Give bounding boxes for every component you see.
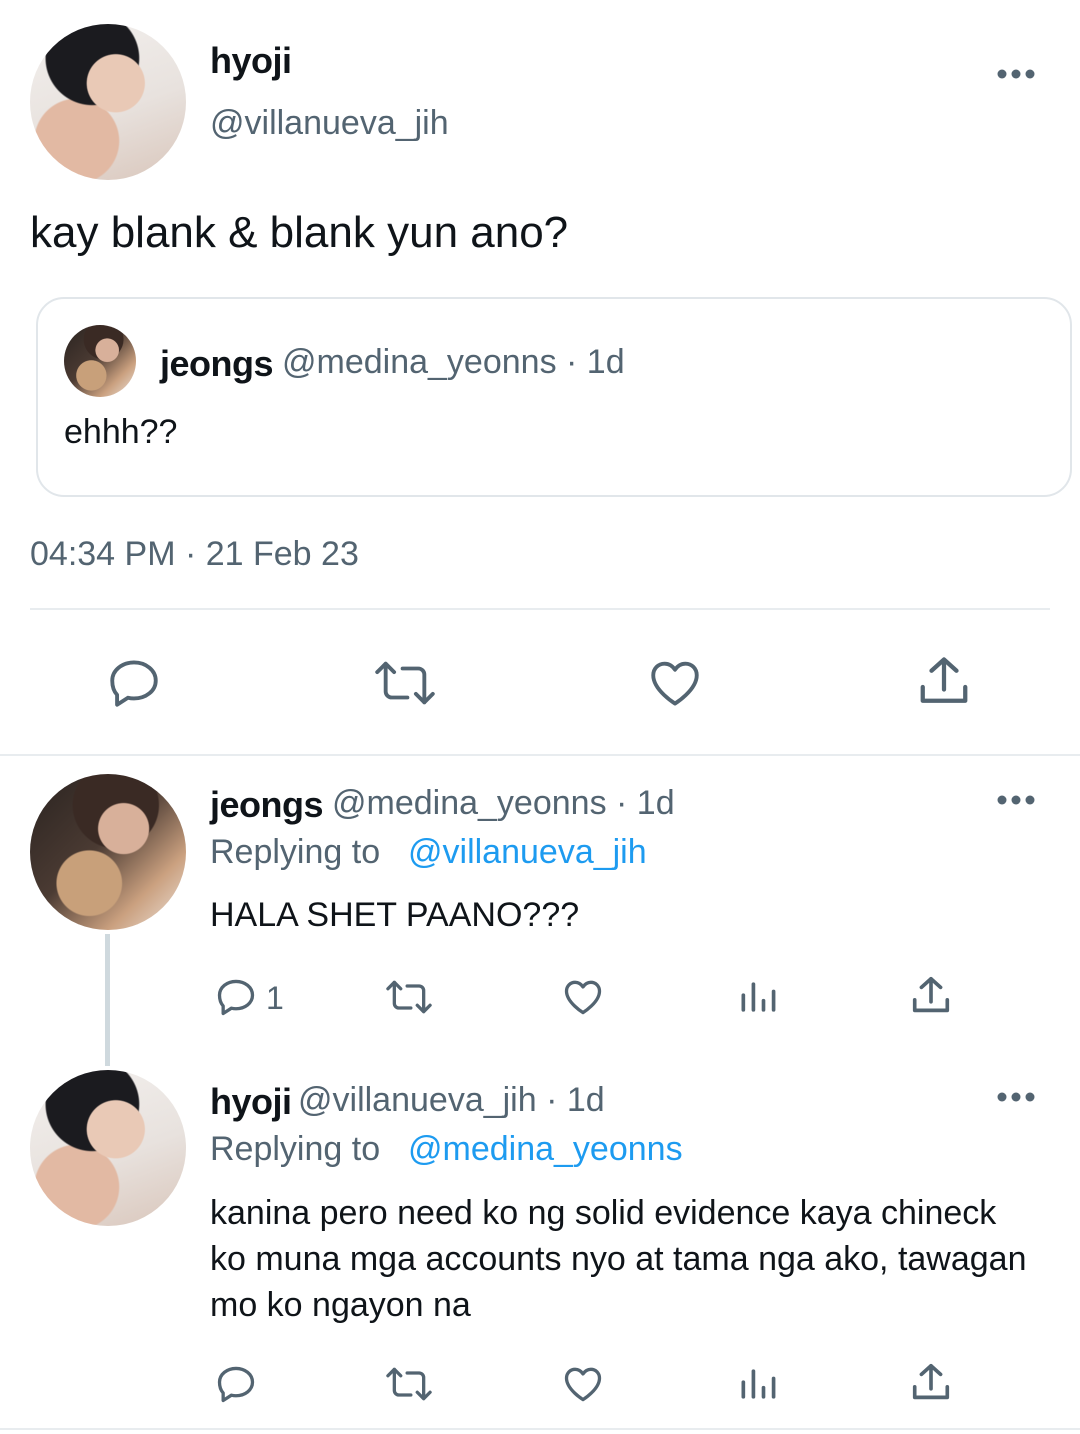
more-dots-icon[interactable] xyxy=(996,790,1036,810)
share-upload-icon[interactable] xyxy=(908,1360,954,1406)
tweet-timestamp: 04:34 PM · 21 Feb 23 xyxy=(30,535,359,573)
more-dots-icon[interactable] xyxy=(996,64,1036,84)
reply-text: kanina pero need ko ng solid evidence ka… xyxy=(210,1194,1027,1324)
share-upload-icon[interactable] xyxy=(914,652,974,712)
heart-icon[interactable] xyxy=(560,1362,606,1406)
reply-text: HALA SHET PAANO??? xyxy=(210,896,580,934)
retweet-icon[interactable] xyxy=(382,1362,436,1406)
handle[interactable]: @villanueva_jih xyxy=(210,104,449,143)
quoted-text: ehhh?? xyxy=(64,413,178,451)
section-divider xyxy=(0,754,1080,756)
heart-icon[interactable] xyxy=(560,975,606,1019)
display-name[interactable]: hyoji xyxy=(210,40,292,82)
quoted-tweet-card[interactable]: jeongs @medina_yeonns · 1d ehhh?? xyxy=(36,297,1072,497)
replying-prefix: Replying to xyxy=(210,1130,381,1168)
avatar[interactable] xyxy=(30,774,186,930)
reply-bubble-icon[interactable] xyxy=(213,975,259,1019)
replying-to-link[interactable]: @medina_yeonns xyxy=(408,1130,683,1169)
heart-icon[interactable] xyxy=(645,654,705,712)
more-dots-icon[interactable] xyxy=(996,1087,1036,1107)
share-upload-icon[interactable] xyxy=(908,973,954,1019)
retweet-icon[interactable] xyxy=(370,654,440,712)
divider xyxy=(30,608,1050,610)
handle-time[interactable]: @villanueva_jih · 1d xyxy=(298,1081,605,1120)
thread-line xyxy=(105,934,110,1066)
retweet-icon[interactable] xyxy=(382,975,436,1019)
quoted-handle-time: @medina_yeonns · 1d xyxy=(282,343,625,381)
display-name[interactable]: hyoji xyxy=(210,1081,292,1123)
avatar[interactable] xyxy=(30,24,186,180)
reply-bubble-icon[interactable] xyxy=(213,1362,259,1406)
quoted-display-name: jeongs xyxy=(160,343,274,384)
analytics-bars-icon[interactable] xyxy=(736,1362,780,1406)
reply-bubble-icon[interactable] xyxy=(104,654,164,712)
analytics-bars-icon[interactable] xyxy=(736,975,780,1019)
reply-count: 1 xyxy=(266,980,284,1016)
display-name[interactable]: jeongs xyxy=(210,784,324,826)
replying-prefix: Replying to xyxy=(210,833,381,871)
avatar xyxy=(64,325,136,397)
avatar[interactable] xyxy=(30,1070,186,1226)
divider xyxy=(0,1428,1080,1430)
replying-to-link[interactable]: @villanueva_jih xyxy=(408,833,647,872)
handle-time[interactable]: @medina_yeonns · 1d xyxy=(332,784,675,823)
tweet-text: kay blank & blank yun ano? xyxy=(30,208,569,257)
